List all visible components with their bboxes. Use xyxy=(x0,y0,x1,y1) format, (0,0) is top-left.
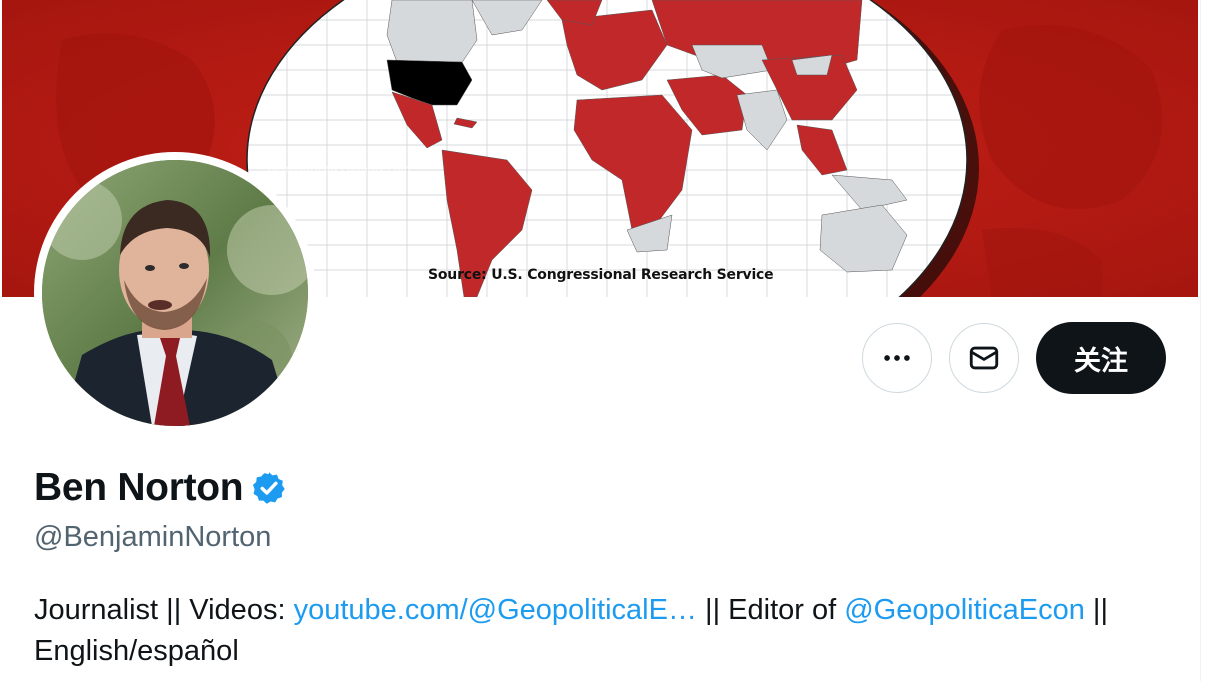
follow-button[interactable]: 关注 xyxy=(1036,322,1166,394)
banner-watermark: GeopoliticalEconomy.com xyxy=(267,164,411,175)
profile-bio: Journalist || Videos: youtube.com/@Geopo… xyxy=(34,590,1174,672)
bio-mention-link[interactable]: @GeopoliticaEcon xyxy=(844,594,1085,626)
bio-text-2: || Editor of xyxy=(696,594,845,626)
bio-youtube-link[interactable]: youtube.com/@GeopoliticalE… xyxy=(294,594,697,626)
envelope-icon xyxy=(969,346,999,370)
avatar[interactable] xyxy=(34,152,316,434)
more-horizontal-icon xyxy=(884,355,910,361)
verified-badge-icon[interactable] xyxy=(251,470,287,506)
profile-handle: @BenjaminNorton xyxy=(34,521,272,553)
profile-page: GeopoliticalEconomy.com Source: U.S. Con… xyxy=(0,0,1201,681)
banner-source-caption: Source: U.S. Congressional Research Serv… xyxy=(428,267,774,283)
avatar-photo xyxy=(42,160,308,426)
profile-action-row: 关注 xyxy=(862,322,1166,394)
display-name: Ben Norton xyxy=(34,466,244,509)
message-button[interactable] xyxy=(949,323,1019,393)
bio-text-1: Journalist || Videos: xyxy=(34,594,294,626)
more-button[interactable] xyxy=(862,323,932,393)
profile-name-row: Ben Norton xyxy=(34,466,287,510)
